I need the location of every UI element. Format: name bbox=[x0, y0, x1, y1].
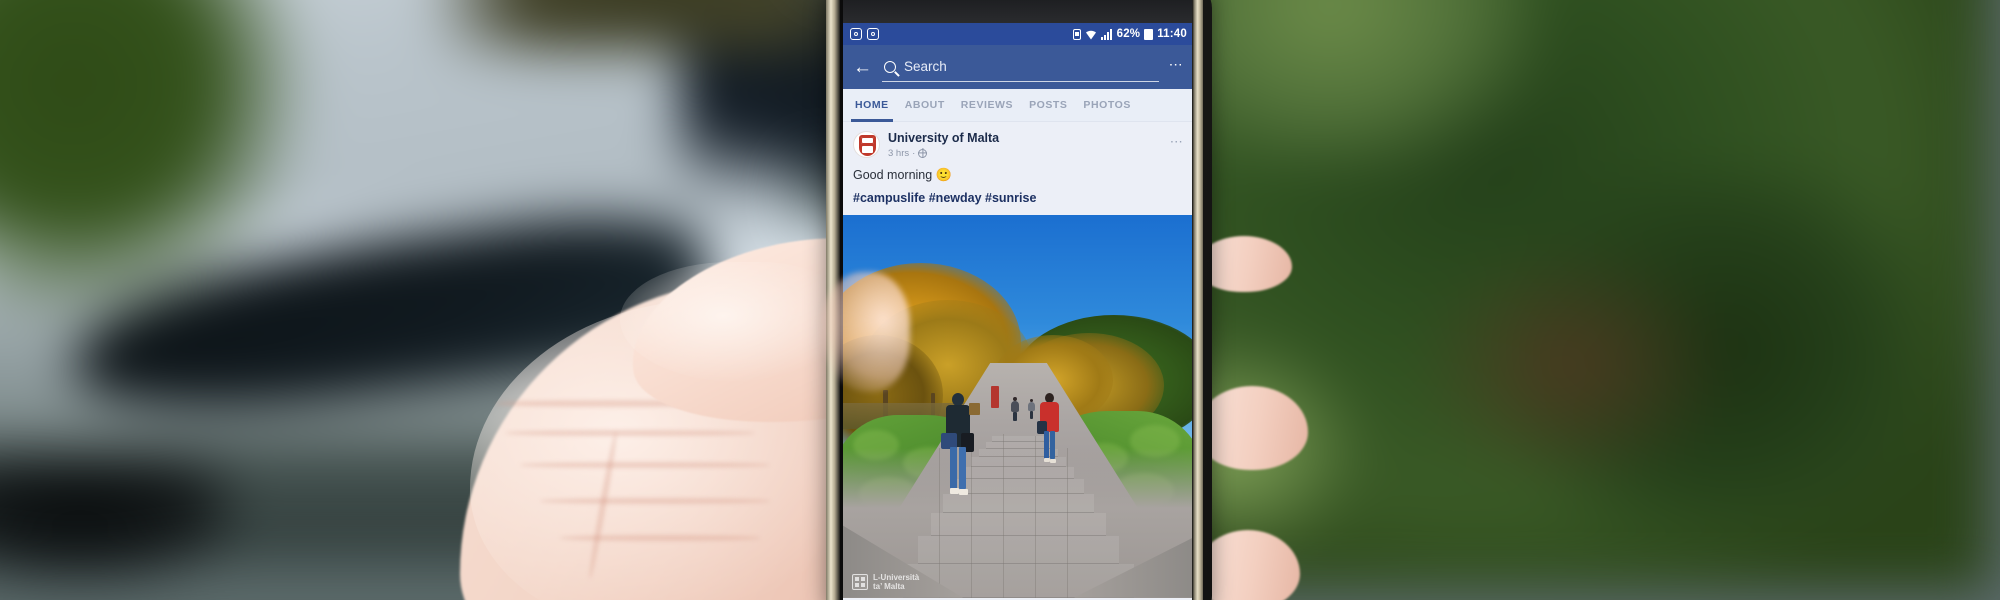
meta-separator: · bbox=[912, 147, 916, 159]
photo-person-distant bbox=[1028, 398, 1035, 419]
post-meta: 3 hrs · bbox=[888, 148, 1162, 159]
tab-home[interactable]: HOME bbox=[847, 89, 897, 122]
photo-path-joint bbox=[1003, 433, 1004, 598]
clock-label: 11:40 bbox=[1157, 28, 1187, 40]
tab-about[interactable]: ABOUT bbox=[897, 89, 953, 122]
signal-bars-icon bbox=[1100, 28, 1112, 40]
tab-label: REVIEWS bbox=[960, 99, 1014, 111]
tab-label: HOME bbox=[855, 99, 889, 111]
tab-label: ABOUT bbox=[904, 99, 945, 111]
phone-screen: 62% 11:40 ← Search ⋯ HOME ABOUT REVIEWS … bbox=[843, 0, 1194, 600]
post-header: University of Malta 3 hrs · ⋯ bbox=[843, 122, 1194, 165]
post-timestamp: 3 hrs bbox=[888, 147, 910, 159]
photo-path-tile-row bbox=[931, 512, 1106, 536]
tab-label: POSTS bbox=[1029, 99, 1068, 111]
back-arrow-icon[interactable]: ← bbox=[853, 58, 872, 77]
screenshot-capture-icon bbox=[867, 28, 879, 40]
tab-photos[interactable]: PHOTOS bbox=[1075, 89, 1138, 122]
screen-top-bar bbox=[843, 0, 1194, 23]
status-bar-right: 62% 11:40 bbox=[1072, 28, 1187, 40]
post-message: Good morning bbox=[853, 167, 933, 182]
university-building-icon bbox=[852, 574, 868, 591]
photo-watermark: L-Università ta’ Malta bbox=[852, 573, 919, 591]
tab-reviews[interactable]: REVIEWS bbox=[953, 89, 1021, 122]
photo-path-joint bbox=[1067, 447, 1068, 598]
search-placeholder: Search bbox=[904, 59, 947, 74]
post-author-block: University of Malta 3 hrs · bbox=[888, 131, 1162, 159]
phone-left-edge bbox=[826, 0, 840, 600]
photo-path-joint bbox=[939, 447, 940, 598]
university-of-malta-crest-icon bbox=[859, 135, 876, 157]
avatar[interactable] bbox=[853, 131, 880, 159]
background-brown-patch bbox=[1420, 250, 1720, 480]
overflow-menu-button[interactable]: ⋯ bbox=[1169, 56, 1184, 73]
screenshot-capture-icon bbox=[850, 28, 862, 40]
post-overflow-menu-button[interactable]: ⋯ bbox=[1170, 134, 1184, 150]
tab-label: PHOTOS bbox=[1083, 99, 1131, 111]
status-bar-left bbox=[850, 28, 879, 40]
post-hashtags[interactable]: #campuslife #newday #sunrise bbox=[843, 191, 1194, 215]
photo-path-tile-row bbox=[963, 466, 1074, 479]
photo-person-red-jacket bbox=[1037, 392, 1061, 465]
search-bar: ← Search ⋯ bbox=[843, 45, 1194, 89]
search-input[interactable]: Search bbox=[882, 52, 1159, 82]
wifi-icon bbox=[1085, 30, 1096, 39]
tab-posts[interactable]: POSTS bbox=[1021, 89, 1075, 122]
watermark-text: L-Università ta’ Malta bbox=[873, 573, 919, 591]
background-tree-top bbox=[440, 0, 870, 50]
feed-post: University of Malta 3 hrs · ⋯ Good morni… bbox=[843, 122, 1194, 598]
watermark-line-2: ta’ Malta bbox=[873, 582, 905, 592]
photo-person-distant bbox=[1011, 396, 1019, 421]
search-icon bbox=[884, 60, 896, 73]
photo-red-bollard bbox=[991, 385, 999, 408]
photo-path-joint bbox=[1035, 435, 1036, 598]
status-bar: 62% 11:40 bbox=[843, 23, 1194, 45]
page-tabs: HOME ABOUT REVIEWS POSTS PHOTOS bbox=[843, 89, 1194, 122]
photo-bin bbox=[969, 402, 980, 415]
battery-icon bbox=[1144, 28, 1154, 40]
campus-walkway-photo[interactable]: L-Università ta’ Malta bbox=[843, 214, 1194, 598]
phone-right-edge bbox=[1192, 0, 1203, 600]
smiley-emoji: 🙂 bbox=[935, 166, 952, 182]
watermark-line-1: L-Università bbox=[873, 573, 920, 583]
page-name[interactable]: University of Malta bbox=[888, 131, 1162, 147]
battery-percent-label: 62% bbox=[1116, 28, 1141, 40]
globe-public-icon bbox=[918, 148, 928, 158]
sim-card-icon bbox=[1072, 28, 1081, 40]
photo-path-tile-row bbox=[992, 435, 1045, 442]
background-tree-left bbox=[0, 0, 310, 320]
post-text: Good morning 🙂 bbox=[843, 165, 1194, 191]
photo-path-tile-row bbox=[918, 535, 1119, 564]
background-car-wheel bbox=[0, 460, 230, 580]
